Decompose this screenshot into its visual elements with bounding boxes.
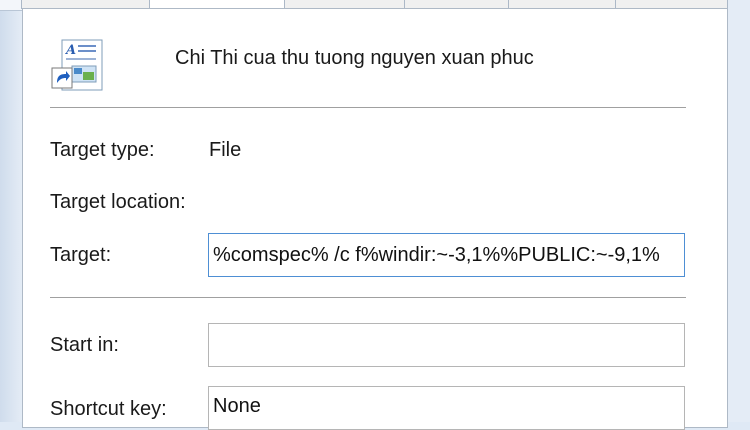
separator xyxy=(50,297,686,298)
window-right-edge xyxy=(728,0,750,422)
shortcut-key-label: Shortcut key: xyxy=(50,398,167,420)
svg-text:A: A xyxy=(64,43,76,58)
start-in-field[interactable] xyxy=(208,323,685,367)
shortcut-name: Chi Thi cua thu tuong nguyen xuan phuc xyxy=(175,47,534,69)
separator xyxy=(50,107,686,108)
start-in-label: Start in: xyxy=(50,334,119,356)
shortcut-key-field[interactable]: None xyxy=(208,386,685,430)
target-label: Target: xyxy=(50,244,112,266)
window-left-edge xyxy=(0,0,22,422)
document-shortcut-icon: A xyxy=(50,38,106,92)
target-type-label: Target type: xyxy=(50,139,155,161)
target-location-label: Target location: xyxy=(50,191,186,213)
target-type-value: File xyxy=(209,139,242,161)
tab-stub xyxy=(0,0,22,11)
target-field[interactable]: %comspec% /c f%windir:~-3,1%%PUBLIC:~-9,… xyxy=(208,233,685,277)
